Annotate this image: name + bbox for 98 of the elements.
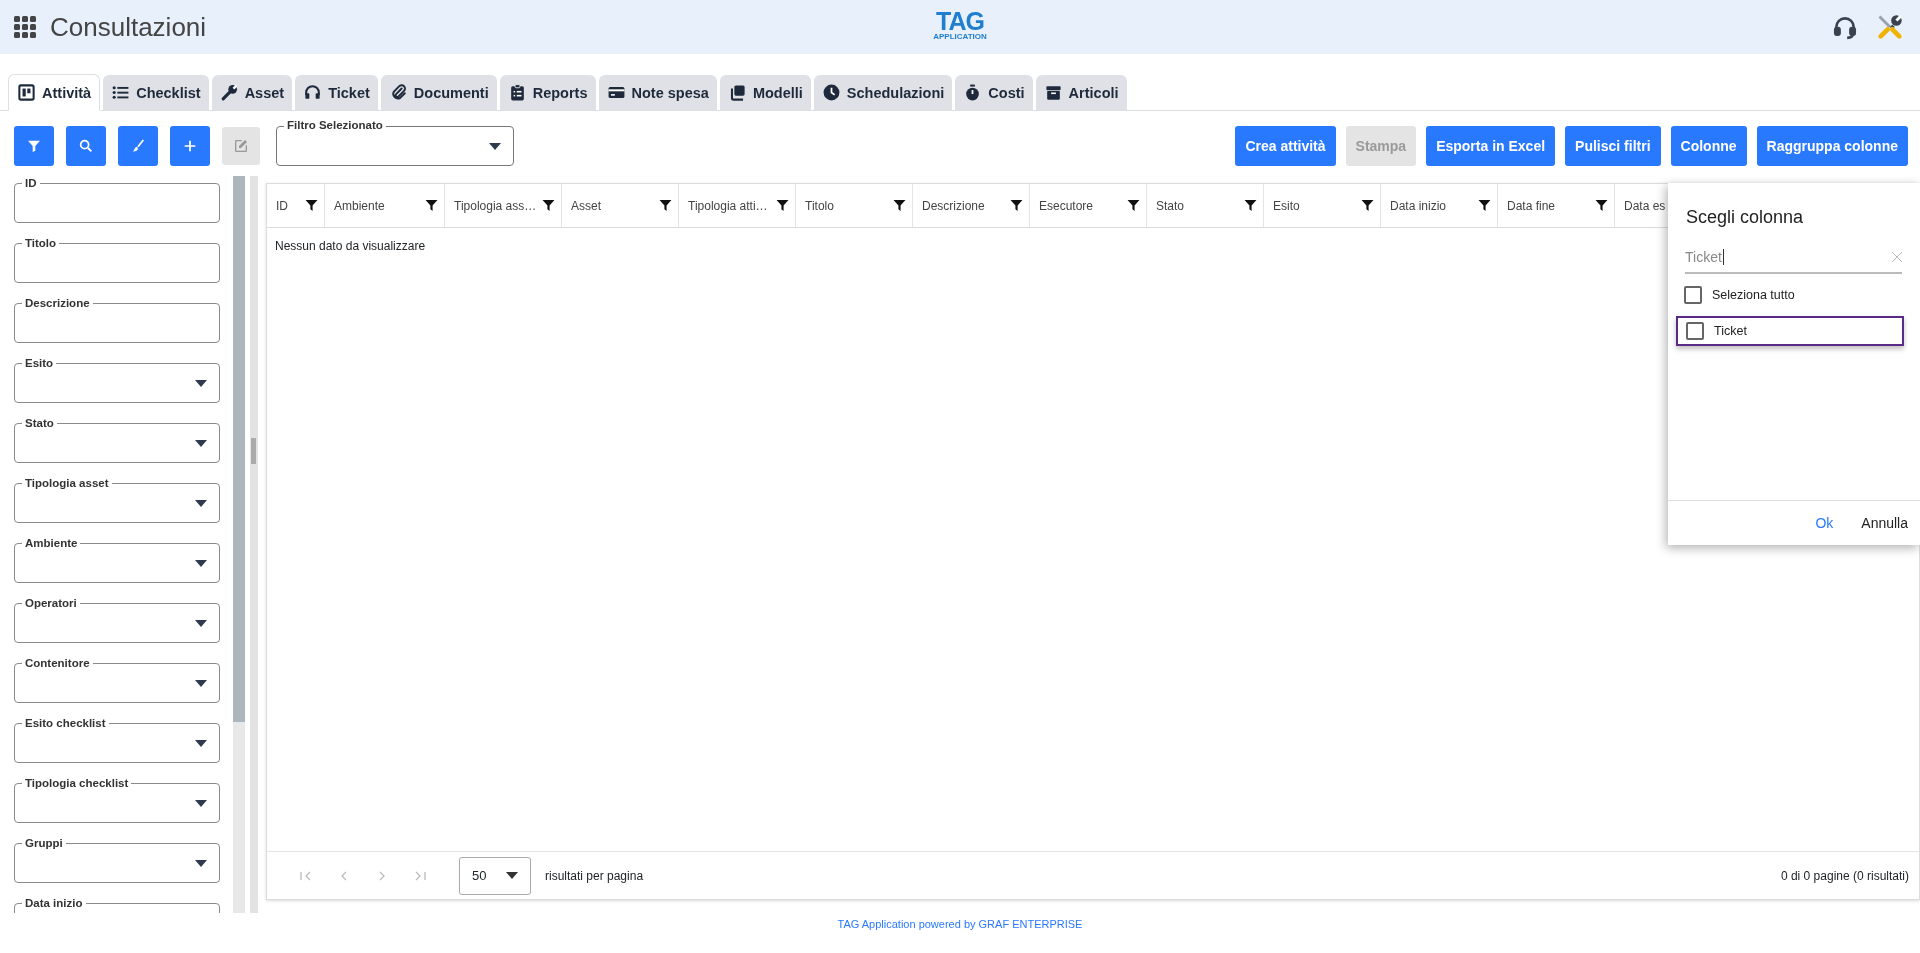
- column-header[interactable]: ID: [267, 184, 325, 227]
- column-option[interactable]: Seleziona tutto: [1676, 280, 1904, 310]
- column-filter-icon[interactable]: [1595, 199, 1608, 212]
- dropdown-caret-icon: [195, 679, 207, 687]
- dropdown-caret-icon: [489, 142, 501, 150]
- column-header[interactable]: Data inizio: [1381, 184, 1498, 227]
- dropdown-caret-icon: [195, 439, 207, 447]
- filter-label: Gruppi: [22, 836, 66, 850]
- filter-label: Ambiente: [22, 536, 81, 550]
- dropdown-caret-icon: [195, 859, 207, 867]
- apps-grid-icon[interactable]: [14, 16, 36, 38]
- page-title: Consultazioni: [50, 11, 207, 43]
- action-button[interactable]: Colonne: [1670, 126, 1747, 166]
- box-icon: [1043, 83, 1063, 102]
- dropdown-caret-icon: [195, 499, 207, 507]
- column-header[interactable]: Data fine: [1498, 184, 1615, 227]
- column-header[interactable]: Esito: [1264, 184, 1381, 227]
- empty-message: Nessun dato da visualizzare: [275, 239, 426, 253]
- filter-label: Data inizio: [22, 896, 86, 910]
- dropdown-caret-icon: [195, 799, 207, 807]
- tab[interactable]: Asset: [211, 75, 293, 110]
- scrollbar[interactable]: [233, 176, 245, 913]
- tab[interactable]: Attività: [8, 74, 101, 111]
- page-size-select[interactable]: 50: [459, 856, 531, 895]
- per-page-label: risultati per pagina: [545, 868, 644, 883]
- dropdown-caret-icon: [195, 379, 207, 387]
- dropdown-caret-icon: [506, 872, 518, 879]
- dialog-button[interactable]: Annulla: [1861, 515, 1908, 531]
- tab[interactable]: Articoli: [1035, 75, 1127, 110]
- dialog-button[interactable]: Ok: [1815, 515, 1834, 531]
- scrollbar-thumb[interactable]: [233, 176, 245, 722]
- column-filter-icon[interactable]: [305, 199, 318, 212]
- tag-logo: TAG APPLICATION: [933, 10, 987, 41]
- action-button[interactable]: Raggruppa colonne: [1756, 126, 1908, 166]
- tab[interactable]: Checklist: [103, 75, 209, 110]
- action-button[interactable]: Pulisci filtri: [1565, 126, 1661, 166]
- column-filter-icon[interactable]: [1478, 199, 1491, 212]
- tab[interactable]: Reports: [499, 75, 596, 110]
- tab[interactable]: Note spesa: [598, 75, 717, 110]
- action-button[interactable]: Crea attività: [1235, 126, 1336, 166]
- plus-button[interactable]: [170, 126, 210, 166]
- action-button[interactable]: Esporta in Excel: [1426, 126, 1556, 166]
- column-filter-icon[interactable]: [542, 199, 555, 212]
- headset-icon: [303, 83, 323, 102]
- tools-icon[interactable]: [1876, 13, 1904, 41]
- board-icon: [17, 83, 36, 102]
- dropdown-caret-icon: [195, 739, 207, 747]
- column-header[interactable]: Descrizione: [913, 184, 1030, 227]
- filter-label: Titolo: [22, 236, 60, 250]
- column-option[interactable]: Ticket: [1676, 316, 1904, 346]
- column-header[interactable]: Asset: [562, 184, 679, 227]
- list-icon: [111, 83, 131, 102]
- search-button[interactable]: [66, 126, 106, 166]
- column-filter-icon[interactable]: [776, 199, 789, 212]
- column-header[interactable]: Titolo: [796, 184, 913, 227]
- tab[interactable]: Ticket: [295, 75, 378, 110]
- wrench-icon: [219, 83, 239, 102]
- edit-icon: [233, 138, 249, 154]
- column-filter-icon[interactable]: [1361, 199, 1374, 212]
- dialog-title: Scegli colonna: [1686, 207, 1805, 228]
- filter-label: Stato: [22, 416, 57, 430]
- column-filter-icon[interactable]: [893, 199, 906, 212]
- filter-select-label: Filtro Selezionato: [284, 118, 386, 132]
- filter-label: Contenitore: [22, 656, 93, 670]
- dropdown-caret-icon: [195, 559, 207, 567]
- filter-label: Esito: [22, 356, 57, 370]
- page-summary: 0 di 0 pagine (0 risultati): [1780, 868, 1909, 883]
- filter-label: Esito checklist: [22, 716, 109, 730]
- filter-label: Tipologia asset: [22, 476, 112, 490]
- search-icon: [78, 138, 94, 154]
- plus-icon: [182, 138, 198, 154]
- filter-icon: [26, 138, 42, 154]
- filter-label: Descrizione: [22, 296, 93, 310]
- headset-icon[interactable]: [1832, 14, 1858, 40]
- column-filter-icon[interactable]: [1127, 199, 1140, 212]
- checkbox[interactable]: [1686, 322, 1704, 340]
- column-header[interactable]: Ambiente: [325, 184, 445, 227]
- column-search-field[interactable]: Ticket: [1685, 242, 1902, 274]
- tab[interactable]: Documenti: [380, 75, 497, 110]
- column-header[interactable]: Tipologia atti…: [679, 184, 796, 227]
- column-filter-icon[interactable]: [1010, 199, 1023, 212]
- column-filter-icon[interactable]: [425, 199, 438, 212]
- clock-icon: [821, 83, 841, 102]
- column-header[interactable]: Tipologia ass…: [445, 184, 562, 227]
- dropdown-caret-icon: [195, 619, 207, 627]
- tab[interactable]: Schedulazioni: [813, 75, 953, 110]
- filter-button[interactable]: [14, 126, 54, 166]
- filter-label: Tipologia checklist: [22, 776, 132, 790]
- filter-label: Operatori: [22, 596, 80, 610]
- checkbox[interactable]: [1684, 286, 1702, 304]
- column-header[interactable]: Stato: [1147, 184, 1264, 227]
- tab[interactable]: Modelli: [719, 75, 811, 110]
- tab[interactable]: Costi: [955, 75, 1033, 110]
- footer-credit[interactable]: TAG Application powered by GRAF ENTERPRISE: [837, 918, 1083, 930]
- column-header[interactable]: Esecutore: [1030, 184, 1147, 227]
- column-filter-icon[interactable]: [1244, 199, 1257, 212]
- filter-label: ID: [22, 176, 40, 190]
- column-filter-icon[interactable]: [659, 199, 672, 212]
